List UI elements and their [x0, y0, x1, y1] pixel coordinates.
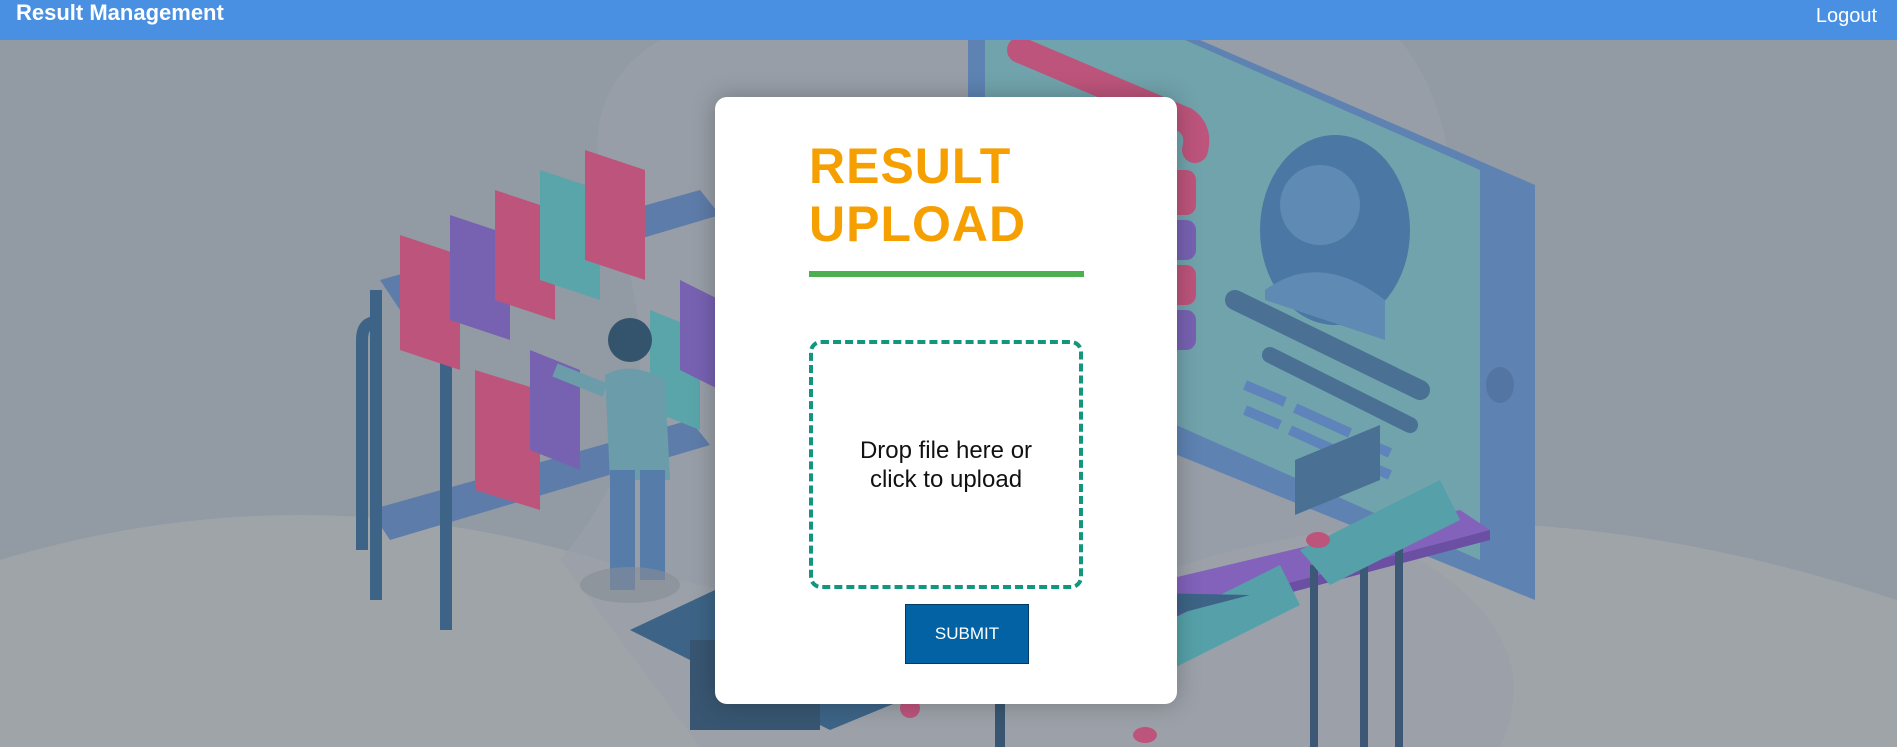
- page-title: RESULT UPLOAD: [809, 138, 1027, 252]
- result-upload-card: RESULT UPLOAD Drop file here or click to…: [715, 97, 1177, 704]
- file-dropzone[interactable]: Drop file here or click to upload: [809, 340, 1083, 589]
- dropzone-label: Drop file here or click to upload: [859, 436, 1033, 493]
- top-navbar: Result Management Logout: [0, 0, 1897, 40]
- app-title[interactable]: Result Management: [16, 0, 224, 26]
- logout-link[interactable]: Logout: [1816, 5, 1877, 28]
- submit-button[interactable]: SUBMIT: [905, 604, 1029, 664]
- title-underline: [809, 271, 1084, 277]
